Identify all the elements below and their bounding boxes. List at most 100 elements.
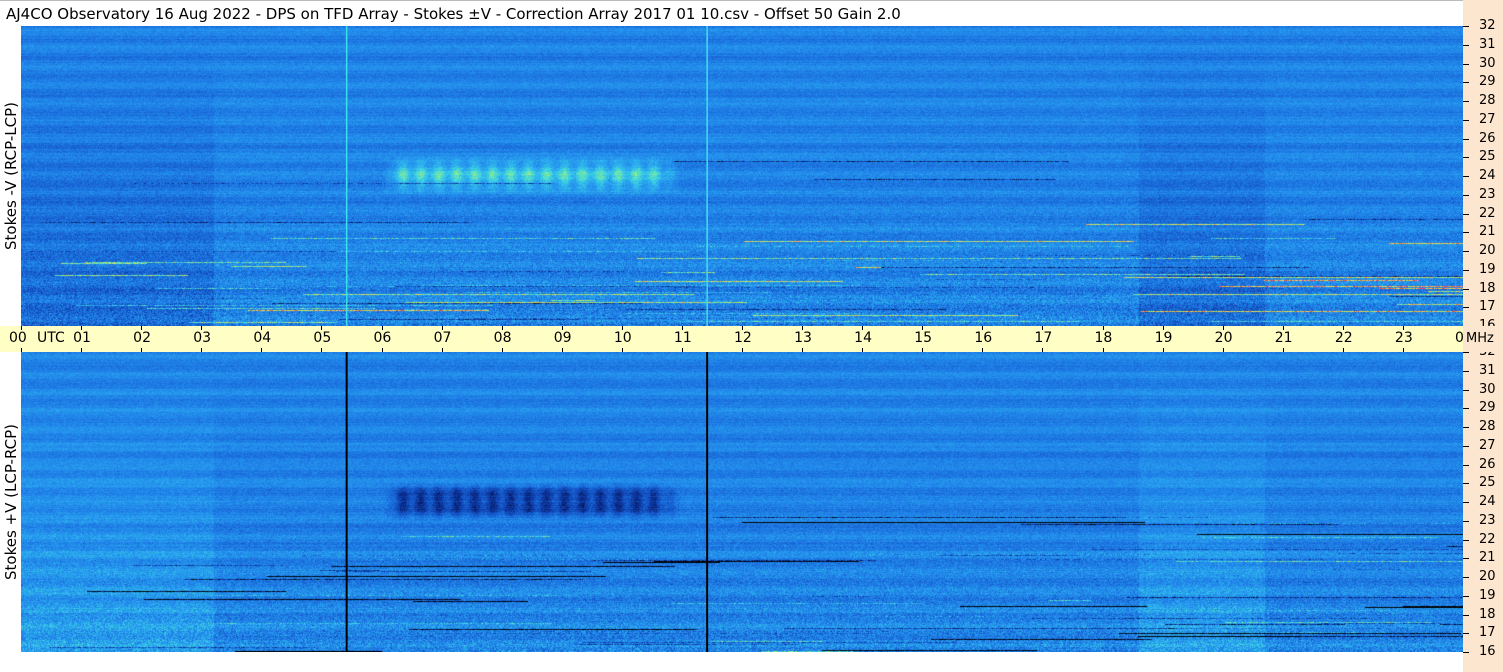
freq-tick-label: 31	[1479, 36, 1496, 52]
freq-tick-mark	[1463, 558, 1469, 560]
time-tick-mark	[1162, 348, 1164, 352]
freq-tick-label: 24	[1479, 494, 1496, 509]
freq-tick-label: 27	[1479, 437, 1496, 453]
time-tick-label: 12	[734, 330, 752, 346]
time-tick-mark	[1282, 348, 1284, 352]
freq-tick-label: 28	[1479, 93, 1496, 108]
freq-tick-mark	[1463, 408, 1469, 410]
freq-tick-label: 30	[1479, 381, 1496, 397]
time-tick-label: 21	[1274, 330, 1293, 346]
freq-tick-mark	[1463, 101, 1469, 102]
freq-tick-mark	[1463, 352, 1469, 353]
spectrogram-top	[21, 26, 1463, 326]
freq-tick-mark	[1463, 194, 1469, 196]
time-tick-mark	[141, 348, 143, 352]
freq-tick-mark	[1463, 502, 1469, 503]
bottom-panel-label-text: Stokes +V (LCP-RCP)	[2, 424, 20, 580]
freq-tick-mark	[1463, 389, 1469, 391]
freq-tick-mark	[1463, 633, 1469, 635]
time-tick-mark	[441, 348, 443, 352]
freq-tick-label: 16	[1479, 644, 1496, 659]
freq-axis-bottom: 3231302928272625242322212019181716	[1463, 345, 1503, 672]
freq-tick-label: 25	[1479, 149, 1496, 165]
time-unit-label: UTC	[37, 330, 65, 346]
time-tick-label: 16	[974, 330, 993, 346]
time-tick-label: 13	[794, 330, 812, 346]
freq-tick-label: 18	[1479, 606, 1496, 622]
freq-tick-label: 29	[1479, 74, 1496, 90]
time-tick-mark	[381, 348, 383, 352]
top-border	[0, 0, 1503, 1]
freq-tick-label: 29	[1479, 400, 1496, 416]
time-tick-mark	[321, 348, 323, 352]
time-tick-mark	[862, 348, 864, 352]
freq-tick-mark	[1463, 119, 1469, 121]
time-tick-label: 02	[133, 330, 151, 346]
time-tick-label: 10	[613, 330, 632, 346]
time-tick-label: 23	[1394, 330, 1413, 346]
freq-tick-mark	[1463, 427, 1469, 428]
freq-tick-label: 19	[1479, 587, 1496, 603]
top-panel-label: Stokes -V (RCP-LCP)	[0, 26, 22, 326]
freq-tick-mark	[1463, 251, 1469, 252]
freq-tick-label: 18	[1479, 280, 1496, 296]
freq-tick-label: 27	[1479, 111, 1496, 127]
freq-tick-mark	[1463, 63, 1469, 65]
time-tick-mark	[1042, 348, 1044, 352]
freq-tick-mark	[1463, 652, 1469, 653]
freq-tick-label: 17	[1479, 299, 1496, 315]
time-tick-label: 06	[373, 330, 392, 346]
time-tick-label: 18	[1094, 330, 1113, 346]
freq-tick-mark	[1463, 138, 1469, 140]
freq-tick-mark	[1463, 520, 1469, 522]
freq-tick-mark	[1463, 577, 1469, 578]
freq-tick-label: 21	[1479, 224, 1496, 240]
freq-tick-mark	[1463, 176, 1469, 177]
spectrogram-bottom	[21, 352, 1463, 652]
time-tick-mark	[1402, 348, 1404, 352]
freq-tick-label: 30	[1479, 55, 1496, 71]
time-tick-mark	[982, 348, 984, 352]
freq-tick-mark	[1463, 44, 1469, 46]
time-tick-label: 08	[493, 330, 512, 346]
time-tick-label: 00	[9, 330, 27, 346]
time-tick-mark	[561, 348, 563, 352]
chart-title: AJ4CO Observatory 16 Aug 2022 - DPS on T…	[6, 5, 901, 23]
freq-tick-label: 22	[1479, 205, 1496, 221]
time-tick-mark	[1102, 348, 1104, 352]
marker-overlay	[345, 26, 708, 326]
time-tick-mark	[802, 348, 804, 352]
freq-tick-mark	[1463, 370, 1469, 372]
freq-tick-label: 22	[1479, 531, 1496, 547]
time-tick-mark	[621, 348, 623, 352]
freq-tick-label: 21	[1479, 550, 1496, 566]
freq-tick-label: 23	[1479, 186, 1496, 202]
time-tick-label: 22	[1334, 330, 1353, 346]
time-tick-mark	[501, 348, 503, 352]
freq-axis-top: 3231302928272625242322212019181716	[1463, 0, 1503, 333]
freq-tick-label: 32	[1479, 18, 1496, 33]
freq-tick-mark	[1463, 307, 1469, 309]
time-tick-label: 15	[914, 330, 933, 346]
freq-tick-label: 26	[1479, 130, 1496, 146]
time-tick-label: 03	[193, 330, 212, 346]
freq-tick-mark	[1463, 539, 1469, 541]
freq-tick-label: 25	[1479, 475, 1496, 491]
time-tick-label: 11	[673, 330, 692, 346]
freq-tick-label: 28	[1479, 419, 1496, 434]
freq-tick-mark	[1463, 269, 1469, 271]
time-tick-mark	[922, 348, 924, 352]
time-tick-mark	[1222, 348, 1224, 352]
freq-tick-mark	[1463, 232, 1469, 234]
time-tick-label: 14	[854, 330, 872, 346]
time-tick-mark	[681, 348, 683, 352]
freq-tick-mark	[1463, 445, 1469, 447]
time-tick-label: 09	[553, 330, 572, 346]
time-tick-mark	[81, 348, 83, 352]
freq-tick-mark	[1463, 595, 1469, 597]
time-tick-mark	[742, 348, 743, 352]
freq-tick-mark	[1463, 464, 1469, 466]
bottom-panel-label: Stokes +V (LCP-RCP)	[0, 352, 22, 652]
freq-tick-label: 19	[1479, 261, 1496, 277]
freq-tick-label: 23	[1479, 512, 1496, 528]
